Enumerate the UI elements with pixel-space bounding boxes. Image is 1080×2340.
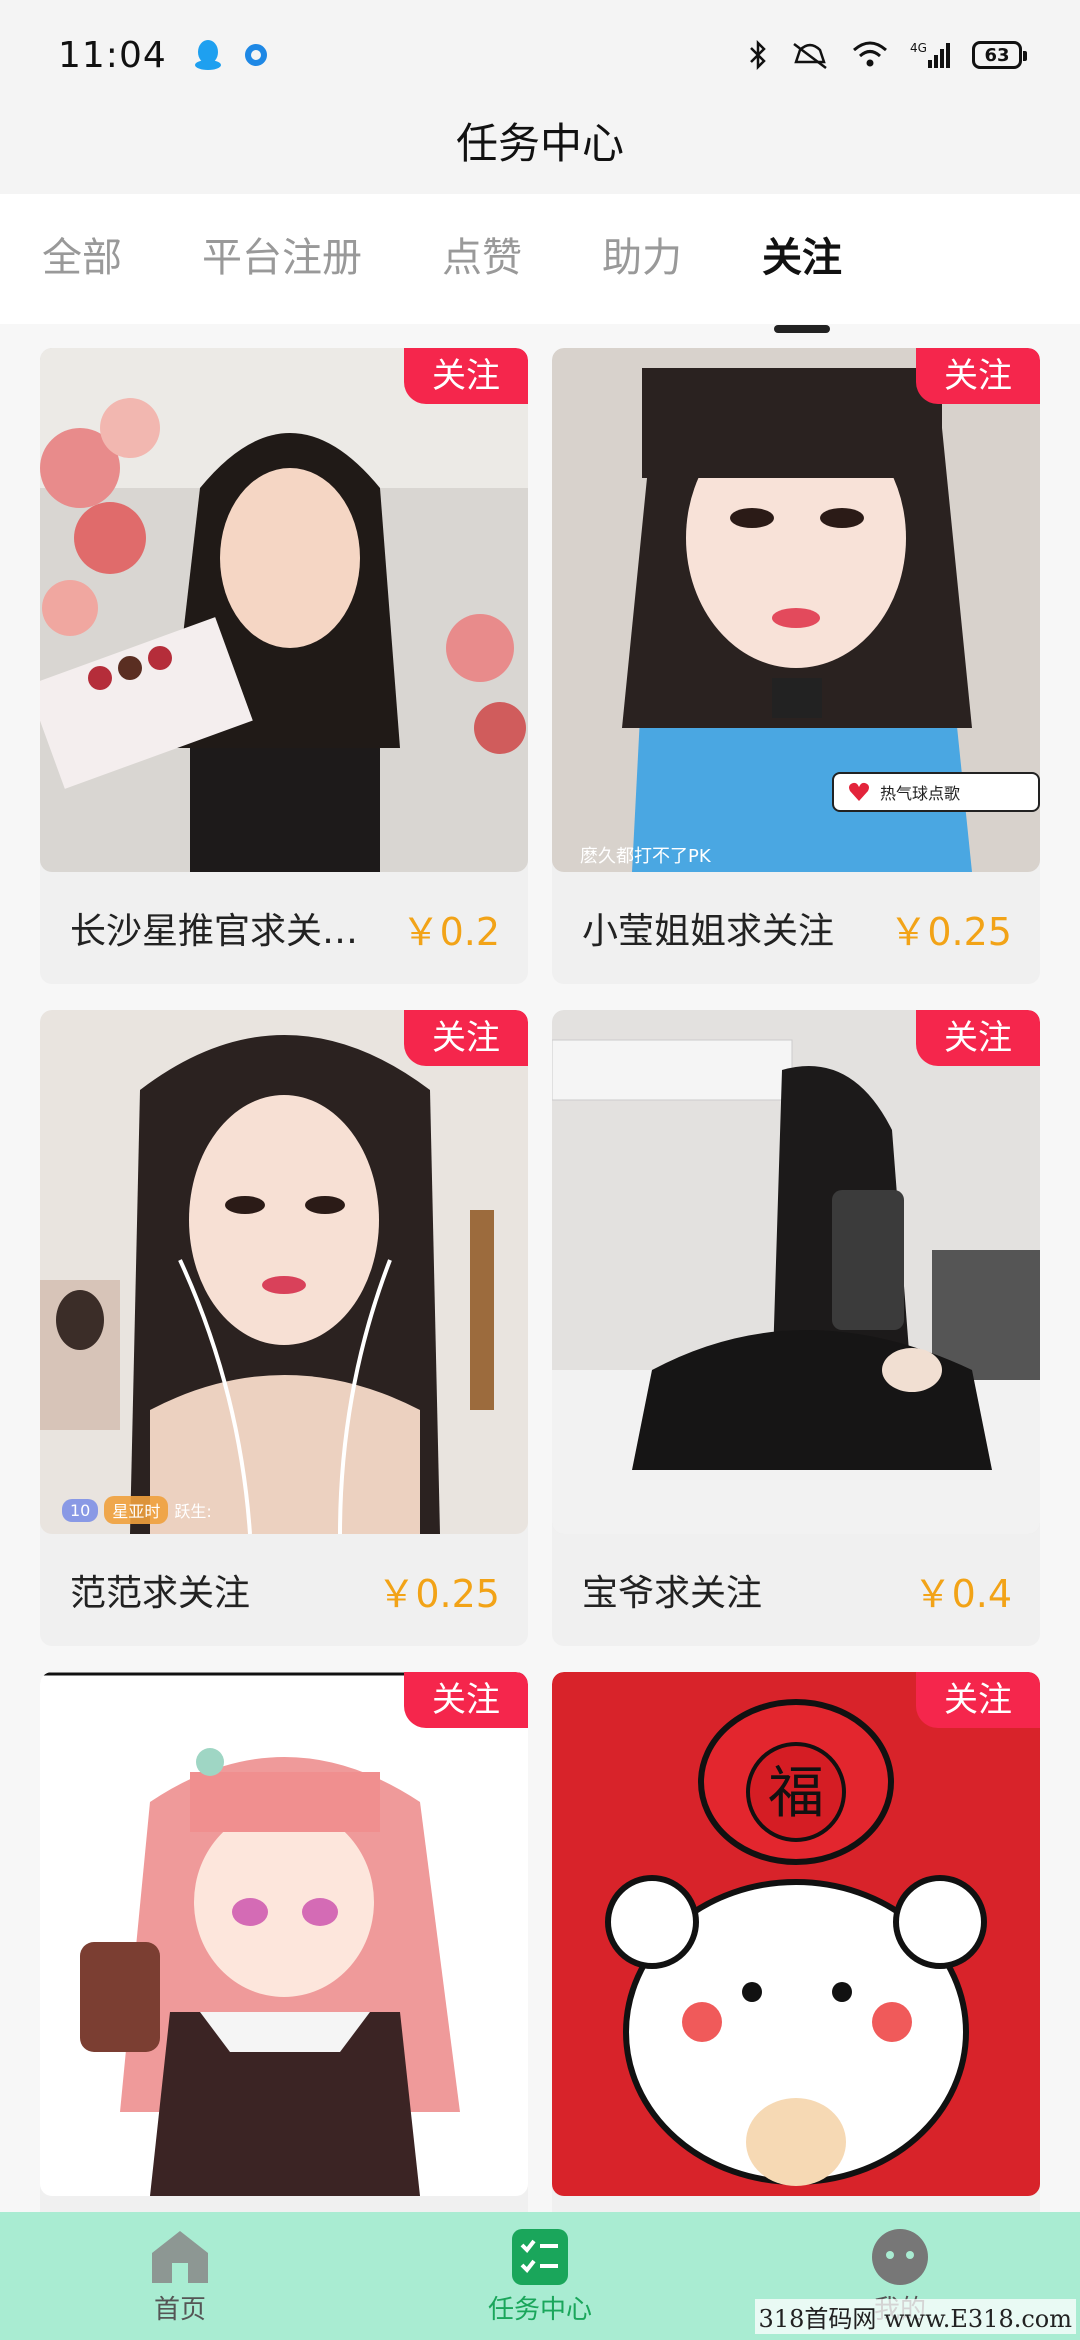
task-title: 宝爷求关注	[582, 1573, 763, 1614]
task-price: ￥0.25	[377, 1571, 500, 1616]
battery-level: 63	[984, 44, 1010, 66]
task-card[interactable]: 10 星亚时 跃生: 关注 范范求关注 ￥0.25	[40, 1010, 528, 1646]
heart-icon	[849, 782, 869, 801]
task-title: 长沙星推官求关…	[70, 911, 359, 952]
bluetooth-icon	[750, 40, 766, 70]
tab-like[interactable]: 点赞	[442, 225, 522, 293]
nav-task-center[interactable]: 任务中心	[410, 2227, 670, 2326]
task-card[interactable]: 关注 宝爷求关注 ￥0.4	[552, 1010, 1040, 1646]
song-badge: 热气球点歌	[832, 772, 1040, 812]
tab-all[interactable]: 全部	[42, 225, 122, 293]
live-badges: 10 星亚时 跃生:	[62, 1496, 212, 1524]
home-icon	[152, 2230, 208, 2283]
task-image: 10 星亚时 跃生: 关注	[40, 1010, 528, 1534]
nav-home[interactable]: 首页	[50, 2227, 310, 2326]
task-title: 范范求关注	[70, 1573, 251, 1614]
task-image: 关注	[40, 348, 528, 872]
follow-tag: 关注	[916, 1010, 1040, 1066]
task-title: 小莹姐姐求关注	[582, 911, 835, 952]
task-price: ￥0.25	[889, 909, 1012, 954]
task-image: 福 关注	[552, 1672, 1040, 2196]
fu-character: 福	[768, 1761, 824, 1826]
record-icon	[244, 44, 267, 66]
task-image: 关注	[552, 1010, 1040, 1534]
follow-tag: 关注	[916, 1672, 1040, 1728]
task-price: ￥0.2	[401, 909, 500, 954]
svg-text:4G: 4G	[910, 41, 927, 55]
wifi-icon	[853, 41, 887, 67]
title-bar: 任务中心	[0, 110, 1080, 194]
nav-home-label: 首页	[153, 2294, 206, 2325]
song-badge-text: 热气球点歌	[880, 784, 961, 803]
tab-platform-register[interactable]: 平台注册	[202, 225, 362, 293]
tab-assist[interactable]: 助力	[602, 225, 682, 293]
task-image: 热气球点歌 麽久都打不了PK 关注	[552, 348, 1040, 872]
tab-follow[interactable]: 关注	[762, 225, 842, 293]
mute-icon	[793, 43, 827, 69]
overlay-caption: 麽久都打不了PK	[580, 846, 711, 867]
status-time: 11:04	[58, 34, 167, 76]
task-card[interactable]: 关注 长沙星推官求关… ￥0.2	[40, 348, 528, 984]
fan-badge: 星亚时	[104, 1496, 169, 1524]
battery-icon: 63	[972, 41, 1027, 69]
task-grid: 关注 长沙星推官求关… ￥0.2 热气球点歌 麽久都打不了PK 关注 小莹姐姐求…	[40, 348, 1040, 2308]
follow-tag: 关注	[404, 1010, 528, 1066]
qq-icon	[194, 40, 221, 70]
tab-bar: 全部 平台注册 点赞 助力 关注	[0, 194, 1080, 324]
watermark: 318首码网 www.E318.com	[754, 2299, 1076, 2334]
task-list-icon	[512, 2228, 568, 2285]
level-badge: 10	[62, 1498, 99, 1522]
follow-tag: 关注	[916, 348, 1040, 404]
status-bar: 11:04 4G 63	[0, 0, 1080, 110]
signal-4g-icon: 4G	[910, 41, 950, 68]
follow-tag: 关注	[404, 1672, 528, 1728]
follow-tag: 关注	[404, 348, 528, 404]
profile-icon	[872, 2228, 928, 2285]
page-title: 任务中心	[455, 119, 624, 168]
task-card[interactable]: 热气球点歌 麽久都打不了PK 关注 小莹姐姐求关注 ￥0.25	[552, 348, 1040, 984]
task-image: 关注	[40, 1672, 528, 2196]
nav-task-center-label: 任务中心	[487, 2294, 592, 2325]
task-price: ￥0.4	[913, 1571, 1012, 1616]
live-text: 跃生:	[174, 1502, 212, 1521]
